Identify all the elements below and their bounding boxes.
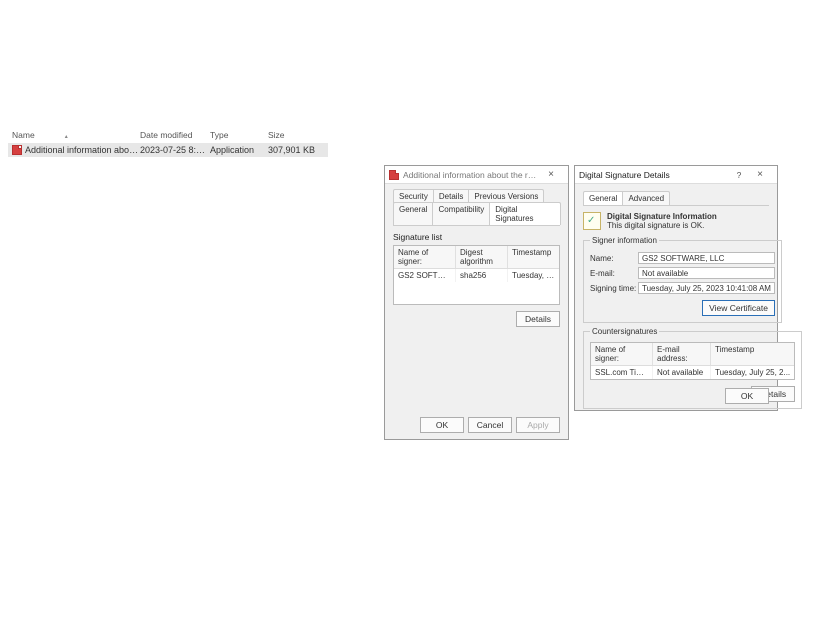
countersignature-row[interactable]: SSL.com Timesta... Not available Tuesday… <box>591 366 794 379</box>
countersignature-list[interactable]: Name of signer: E-mail address: Timestam… <box>590 342 795 380</box>
signer-legend: Signer information <box>590 236 659 245</box>
tab-security[interactable]: Security <box>393 189 434 203</box>
sort-arrow-icon: ▴ <box>65 134 68 140</box>
signature-list-row[interactable]: GS2 SOFTWAR... sha256 Tuesday, July 25, … <box>394 269 559 282</box>
row-timestamp: Tuesday, July 25, 202... <box>508 269 559 282</box>
signature-info-block: Digital Signature Information This digit… <box>583 212 769 230</box>
header-digest[interactable]: Digest algorithm <box>456 246 508 268</box>
exe-file-icon <box>12 145 22 155</box>
view-certificate-button[interactable]: View Certificate <box>702 300 775 316</box>
help-icon[interactable]: ? <box>731 170 747 180</box>
signer-email-value[interactable]: Not available <box>638 267 775 279</box>
info-heading: Digital Signature Information <box>607 212 717 221</box>
properties-titlebar[interactable]: Additional information about the reserva… <box>385 166 568 184</box>
dsd-tabs: General Advanced <box>583 192 769 206</box>
countersignatures-group: Countersignatures Name of signer: E-mail… <box>583 327 802 409</box>
exe-file-icon <box>389 170 399 180</box>
row-signer: GS2 SOFTWAR... <box>394 269 456 282</box>
signature-list[interactable]: Name of signer: Digest algorithm Timesta… <box>393 245 560 305</box>
column-header-type[interactable]: Type <box>210 130 268 140</box>
signature-list-header: Name of signer: Digest algorithm Timesta… <box>394 246 559 269</box>
apply-button[interactable]: Apply <box>516 417 560 433</box>
file-explorer: Name▴ Date modified Type Size Additional… <box>8 128 328 157</box>
row-digest: sha256 <box>456 269 508 282</box>
signing-time-value[interactable]: Tuesday, July 25, 2023 10:41:08 AM <box>638 282 775 294</box>
file-type: Application <box>210 145 268 155</box>
tab-advanced[interactable]: Advanced <box>622 191 670 205</box>
cs-row-name: SSL.com Timesta... <box>591 366 653 379</box>
digital-signature-details-dialog: Digital Signature Details ? × General Ad… <box>574 165 778 411</box>
cs-row-timestamp: Tuesday, July 25, 2... <box>711 366 794 379</box>
cs-row-email: Not available <box>653 366 711 379</box>
close-icon[interactable]: × <box>538 169 564 181</box>
properties-title: Additional information about the reserva… <box>403 170 538 180</box>
column-header-date[interactable]: Date modified <box>140 130 210 140</box>
properties-tabs: Security Details Previous Versions Gener… <box>393 190 560 226</box>
header-timestamp[interactable]: Timestamp <box>508 246 559 268</box>
ok-button[interactable]: OK <box>420 417 464 433</box>
cs-header-name[interactable]: Name of signer: <box>591 343 653 365</box>
info-subtext: This digital signature is OK. <box>607 221 704 230</box>
dsd-titlebar[interactable]: Digital Signature Details ? × <box>575 166 777 184</box>
tab-compatibility[interactable]: Compatibility <box>432 202 490 225</box>
countersignature-header: Name of signer: E-mail address: Timestam… <box>591 343 794 366</box>
properties-dialog: Additional information about the reserva… <box>384 165 569 440</box>
cs-header-timestamp[interactable]: Timestamp <box>711 343 794 365</box>
tab-previous-versions[interactable]: Previous Versions <box>468 189 544 203</box>
close-icon[interactable]: × <box>747 169 773 181</box>
file-date: 2023-07-25 8:41 PM <box>140 145 210 155</box>
cs-header-email[interactable]: E-mail address: <box>653 343 711 365</box>
signer-name-value[interactable]: GS2 SOFTWARE, LLC <box>638 252 775 264</box>
tab-general[interactable]: General <box>393 202 433 225</box>
ok-button[interactable]: OK <box>725 388 769 404</box>
signing-time-label: Signing time: <box>590 284 638 293</box>
certificate-icon <box>583 212 601 230</box>
signer-name-label: Name: <box>590 254 638 263</box>
column-header-size[interactable]: Size <box>268 130 318 140</box>
details-button[interactable]: Details <box>516 311 560 327</box>
signature-list-label: Signature list <box>393 232 560 242</box>
tab-general[interactable]: General <box>583 191 623 205</box>
header-signer[interactable]: Name of signer: <box>394 246 456 268</box>
file-row[interactable]: Additional information about the reserva… <box>8 143 328 157</box>
cancel-button[interactable]: Cancel <box>468 417 512 433</box>
signer-email-label: E-mail: <box>590 269 638 278</box>
file-size: 307,901 KB <box>268 145 318 155</box>
column-header-name[interactable]: Name▴ <box>8 130 140 140</box>
explorer-columns-header: Name▴ Date modified Type Size <box>8 128 328 143</box>
tab-details[interactable]: Details <box>433 189 469 203</box>
file-name: Additional information about the reserva… <box>25 145 140 155</box>
countersignatures-legend: Countersignatures <box>590 327 659 336</box>
signer-information-group: Signer information Name: GS2 SOFTWARE, L… <box>583 236 782 323</box>
dsd-title: Digital Signature Details <box>579 170 731 180</box>
tab-digital-signatures[interactable]: Digital Signatures <box>489 202 561 225</box>
